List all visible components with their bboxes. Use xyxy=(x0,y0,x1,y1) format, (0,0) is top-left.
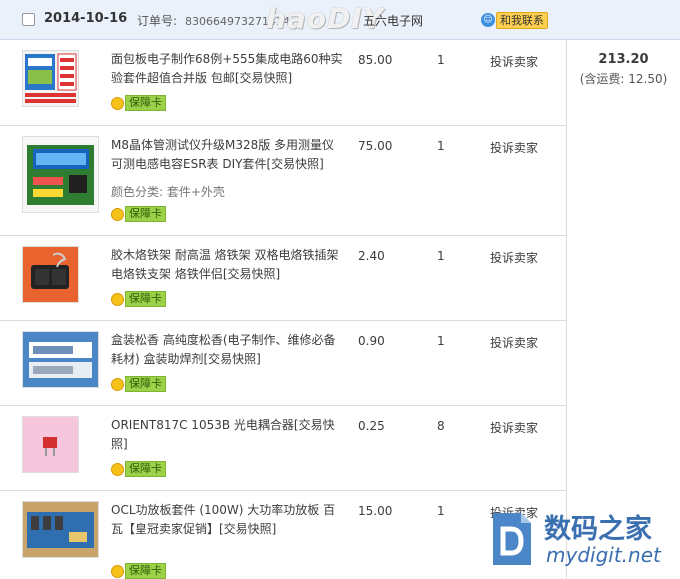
order-shipping-fee: (含运费: 12.50) xyxy=(579,72,668,86)
guarantee-shield-icon xyxy=(111,207,124,221)
site-logo: 数码之家 mydigit.net xyxy=(487,503,680,575)
contact-seller-button[interactable]: ☺ 和我联系 xyxy=(481,11,548,29)
item-price: 0.25 xyxy=(358,419,385,433)
item-price: 15.00 xyxy=(358,504,393,518)
product-thumbnail[interactable] xyxy=(22,416,79,473)
item-quantity: 1 xyxy=(437,139,445,153)
product-title-link[interactable]: ORIENT817C 1053B 光电耦合器[交易快照] xyxy=(111,416,343,454)
order-select-checkbox[interactable] xyxy=(22,13,35,26)
order-number-label: 订单号: xyxy=(137,14,178,28)
contact-seller-label: 和我联系 xyxy=(496,11,548,29)
order-header: 2014-10-16 订单号: 830664973271414 haoDIY 五六… xyxy=(0,0,680,40)
guarantee-shield-icon xyxy=(111,96,124,110)
guarantee-card-badge[interactable]: 保障卡 xyxy=(111,291,166,307)
guarantee-shield-icon xyxy=(111,377,124,391)
report-seller-link[interactable]: 投诉卖家 xyxy=(490,139,538,156)
item-quantity: 1 xyxy=(437,53,445,67)
product-thumbnail[interactable] xyxy=(22,246,79,303)
guarantee-shield-icon xyxy=(111,292,124,306)
order-total: 213.20 (含运费: 12.50) xyxy=(567,52,680,87)
wangwang-chat-icon: ☺ xyxy=(481,13,495,27)
guarantee-card-label: 保障卡 xyxy=(125,563,166,579)
guarantee-card-badge[interactable]: 保障卡 xyxy=(111,206,166,222)
product-thumbnail[interactable] xyxy=(22,136,99,213)
order-date: 2014-10-16 xyxy=(44,11,128,26)
order-item-row: M8晶体管测试仪升级M328版 多用测量仪 可测电感电容ESR表 DIY套件[交… xyxy=(0,126,566,236)
product-thumbnail[interactable] xyxy=(22,331,99,388)
item-price: 75.00 xyxy=(358,139,393,153)
order-item-row: OCL功放板套件 (100W) 大功率功放板 百瓦【皇冠卖家促销】[交易快照] … xyxy=(0,491,566,579)
item-price: 2.40 xyxy=(358,249,385,263)
report-seller-link[interactable]: 投诉卖家 xyxy=(490,249,538,266)
order-item-row: 盒装松香 高纯度松香(电子制作、维修必备耗材) 盒装助焊剂[交易快照] 保障卡 … xyxy=(0,321,566,406)
product-thumbnail[interactable] xyxy=(22,501,99,558)
product-spec: 颜色分类: 套件+外壳 xyxy=(111,185,225,199)
product-title-link[interactable]: OCL功放板套件 (100W) 大功率功放板 百瓦【皇冠卖家促销】[交易快照] xyxy=(111,501,343,539)
guarantee-card-label: 保障卡 xyxy=(125,376,166,392)
guarantee-card-label: 保障卡 xyxy=(125,206,166,222)
report-seller-link[interactable]: 投诉卖家 xyxy=(490,419,538,436)
logo-title: 数码之家 xyxy=(544,514,652,545)
guarantee-card-label: 保障卡 xyxy=(125,95,166,111)
guarantee-shield-icon xyxy=(111,462,124,476)
item-quantity: 1 xyxy=(437,334,445,348)
report-seller-link[interactable]: 投诉卖家 xyxy=(490,53,538,70)
item-quantity: 1 xyxy=(437,249,445,263)
guarantee-card-badge[interactable]: 保障卡 xyxy=(111,461,166,477)
shop-name-link[interactable]: 五六电子网 xyxy=(363,12,423,29)
order-item-row: ORIENT817C 1053B 光电耦合器[交易快照] 保障卡 0.25 8 … xyxy=(0,406,566,491)
order-total-amount: 213.20 xyxy=(598,52,649,67)
item-quantity: 8 xyxy=(437,419,445,433)
guarantee-card-badge[interactable]: 保障卡 xyxy=(111,376,166,392)
guarantee-card-label: 保障卡 xyxy=(125,291,166,307)
product-title-link[interactable]: M8晶体管测试仪升级M328版 多用测量仪 可测电感电容ESR表 DIY套件[交… xyxy=(111,136,343,174)
item-quantity: 1 xyxy=(437,504,445,518)
product-title-link[interactable]: 盒装松香 高纯度松香(电子制作、维修必备耗材) 盒装助焊剂[交易快照] xyxy=(111,331,343,369)
column-divider xyxy=(566,40,567,579)
report-seller-link[interactable]: 投诉卖家 xyxy=(490,334,538,351)
logo-url: mydigit.net xyxy=(546,543,661,567)
guarantee-card-badge[interactable]: 保障卡 xyxy=(111,563,166,579)
item-price: 85.00 xyxy=(358,53,393,67)
guarantee-card-badge[interactable]: 保障卡 xyxy=(111,95,166,111)
product-thumbnail[interactable] xyxy=(22,50,79,107)
item-price: 0.90 xyxy=(358,334,385,348)
guarantee-shield-icon xyxy=(111,564,124,578)
product-title-link[interactable]: 胶木烙铁架 耐高温 烙铁架 双格电烙铁插架 电烙铁支架 烙铁伴侣[交易快照] xyxy=(111,246,343,284)
site-logo-mark xyxy=(493,513,531,565)
product-title-link[interactable]: 面包板电子制作68例+555集成电路60种实验套件超值合并版 包邮[交易快照] xyxy=(111,50,343,88)
order-item-row: 面包板电子制作68例+555集成电路60种实验套件超值合并版 包邮[交易快照] … xyxy=(0,40,566,126)
guarantee-card-label: 保障卡 xyxy=(125,461,166,477)
order-item-row: 胶木烙铁架 耐高温 烙铁架 双格电烙铁插架 电烙铁支架 烙铁伴侣[交易快照] 保… xyxy=(0,236,566,321)
